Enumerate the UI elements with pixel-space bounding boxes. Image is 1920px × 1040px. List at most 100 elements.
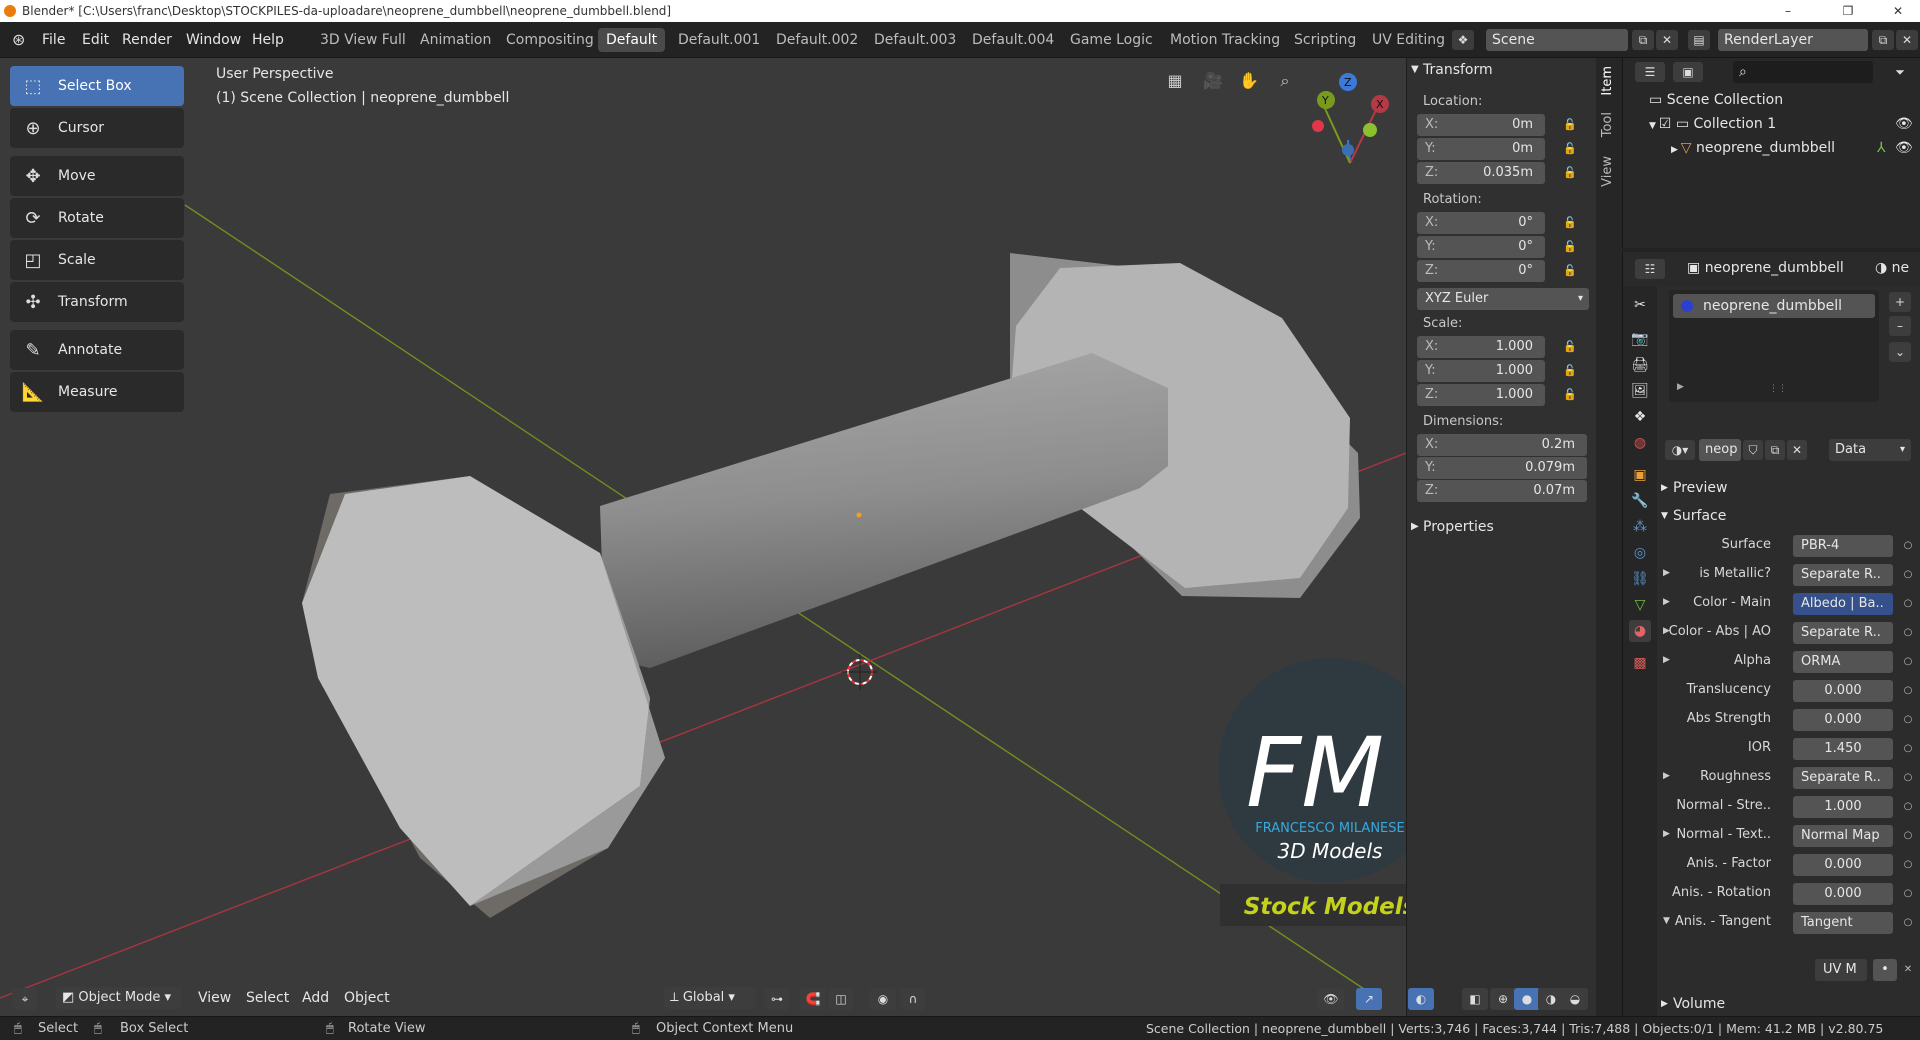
render-layer-field[interactable]: RenderLayer <box>1718 29 1868 51</box>
menu-window[interactable]: Window <box>186 22 241 58</box>
filter-icon[interactable]: ⏷ <box>1889 62 1911 82</box>
new-layer-icon[interactable]: ⧉ <box>1872 30 1894 50</box>
tab-motion-tracking[interactable]: Motion Tracking <box>1162 28 1288 52</box>
expand-icon[interactable]: ▶ <box>1677 382 1684 392</box>
preview-panel-header[interactable]: ▶ Preview <box>1657 476 1920 500</box>
modifier-props-icon[interactable]: 🔧 <box>1629 490 1651 512</box>
collapsed-icon[interactable]: ▶ <box>1663 655 1670 665</box>
render-layer-icon[interactable]: ▤ <box>1688 30 1710 50</box>
material-input-value[interactable]: Separate R.. <box>1793 622 1893 644</box>
material-slot-item[interactable]: neoprene_dumbbell <box>1673 294 1875 318</box>
physics-icon[interactable]: ◎ <box>1629 542 1651 564</box>
tab-view[interactable]: View <box>1600 156 1618 187</box>
material-input-value[interactable]: 0.000 <box>1793 854 1893 876</box>
eye-icon[interactable]: 👁 <box>1895 140 1913 156</box>
3d-viewport[interactable]: Z X Y ⬚ Select Box ⊕ Cursor ✥ Move ⟳ Rotate … <box>0 58 1596 1016</box>
solid-shading-icon[interactable]: ● <box>1514 988 1540 1010</box>
socket-icon[interactable]: ○ <box>1901 684 1915 698</box>
resize-handle[interactable]: ⋮⋮ <box>1769 384 1787 394</box>
browse-material-icon[interactable]: ◑▾ <box>1665 440 1695 460</box>
link-data-select[interactable]: Data ▾ <box>1829 439 1911 461</box>
object-props-icon[interactable]: ▣ <box>1629 464 1651 486</box>
new-scene-icon[interactable]: ⧉ <box>1632 30 1654 50</box>
socket-dot-icon[interactable]: • <box>1873 959 1897 981</box>
tab-3d-view-full[interactable]: 3D View Full <box>312 28 414 52</box>
socket-icon[interactable]: ○ <box>1901 626 1915 640</box>
volume-panel-header[interactable]: ▶ Volume <box>1657 992 1920 1016</box>
socket-icon[interactable]: ○ <box>1901 771 1915 785</box>
falloff-icon[interactable]: ∩ <box>900 988 926 1010</box>
collapsed-icon[interactable]: ▶ <box>1663 568 1670 578</box>
material-input-value[interactable]: 1.000 <box>1793 796 1893 818</box>
collapsed-icon[interactable]: ▶ <box>1663 829 1670 839</box>
socket-icon[interactable]: ○ <box>1901 858 1915 872</box>
tab-item[interactable]: Item <box>1600 66 1618 96</box>
menu-view[interactable]: View <box>198 980 231 1016</box>
location-y-field[interactable]: Y: 0m <box>1417 138 1545 160</box>
tool-rotate[interactable]: ⟳ Rotate <box>10 198 184 238</box>
socket-icon[interactable]: ○ <box>1901 742 1915 756</box>
scale-x-field[interactable]: X: 1.000 <box>1417 336 1545 358</box>
menu-file[interactable]: File <box>42 22 65 58</box>
constraints-icon[interactable]: ⛓ <box>1629 568 1651 590</box>
material-input-value[interactable]: 0.000 <box>1793 709 1893 731</box>
tool-cursor[interactable]: ⊕ Cursor <box>10 108 184 148</box>
zoom-icon[interactable]: ⌕ <box>1270 66 1300 96</box>
snap-target-icon[interactable]: ◫ <box>828 988 854 1010</box>
collapsed-icon[interactable]: ▶ <box>1663 771 1670 781</box>
menu-object[interactable]: Object <box>344 980 390 1016</box>
tool-settings-icon[interactable]: ✂ <box>1629 294 1651 316</box>
fake-user-icon[interactable]: ⛉ <box>1743 440 1763 460</box>
tab-scripting[interactable]: Scripting <box>1286 28 1364 52</box>
dimension-z-field[interactable]: Z: 0.07m <box>1417 480 1587 502</box>
menu-render[interactable]: Render <box>122 22 172 58</box>
tool-select-box[interactable]: ⬚ Select Box <box>10 66 184 106</box>
menu-edit[interactable]: Edit <box>82 22 109 58</box>
transform-panel-header[interactable]: ▼ Transform <box>1407 58 1596 82</box>
surface-panel-header[interactable]: ▼ Surface <box>1657 504 1920 528</box>
visibility-icon[interactable]: 👁 <box>1318 988 1344 1010</box>
particles-icon[interactable]: ⁂ <box>1629 516 1651 538</box>
camera-view-icon[interactable]: 🎥 <box>1198 66 1228 96</box>
lock-icon[interactable]: 🔓 <box>1561 116 1579 134</box>
display-mode-icon[interactable]: ☰ <box>1635 62 1665 82</box>
scene-props-icon[interactable]: ❖ <box>1629 406 1651 428</box>
checkbox-icon[interactable]: ☑ <box>1659 116 1676 132</box>
material-shading-icon[interactable]: ◑ <box>1538 988 1564 1010</box>
slot-menu-icon[interactable]: ⌄ <box>1889 342 1911 362</box>
menu-help[interactable]: Help <box>252 22 284 58</box>
collapsed-icon[interactable]: ▶ <box>1663 597 1670 607</box>
minimize-icon[interactable]: – <box>1770 0 1806 22</box>
wireframe-shading-icon[interactable]: ⊕ <box>1490 988 1516 1010</box>
close-icon[interactable]: ✕ <box>1880 0 1916 22</box>
socket-icon[interactable]: ○ <box>1901 568 1915 582</box>
location-z-field[interactable]: Z: 0.035m <box>1417 162 1545 184</box>
material-input-value[interactable]: 0.000 <box>1793 680 1893 702</box>
tool-measure[interactable]: 📐 Measure <box>10 372 184 412</box>
mode-select[interactable]: ◩ Object Mode ▾ <box>56 987 182 1009</box>
lock-icon[interactable]: 🔓 <box>1561 262 1579 280</box>
add-slot-icon[interactable]: + <box>1889 292 1911 312</box>
tab-animation[interactable]: Animation <box>412 28 499 52</box>
navigation-gizmo[interactable]: Z X Y <box>1312 73 1389 164</box>
delete-scene-icon[interactable]: ✕ <box>1656 30 1678 50</box>
scene-icon[interactable]: ❖ <box>1452 30 1474 50</box>
snap-icon[interactable]: 🧲 <box>800 988 826 1010</box>
tab-default[interactable]: Default <box>598 28 666 52</box>
tab-game-logic[interactable]: Game Logic <box>1062 28 1161 52</box>
material-input-value[interactable]: Albedo | Ba.. <box>1793 593 1893 615</box>
socket-icon[interactable]: ○ <box>1901 800 1915 814</box>
tool-transform[interactable]: ✣ Transform <box>10 282 184 322</box>
tab-default-003[interactable]: Default.003 <box>866 28 964 52</box>
tab-compositing[interactable]: Compositing <box>498 28 602 52</box>
rotation-z-field[interactable]: Z: 0° <box>1417 260 1545 282</box>
socket-icon[interactable]: ○ <box>1901 829 1915 843</box>
tab-default-004[interactable]: Default.004 <box>964 28 1062 52</box>
scene-field[interactable]: Scene <box>1486 29 1628 51</box>
material-input-value[interactable]: 1.450 <box>1793 738 1893 760</box>
tool-scale[interactable]: ◰ Scale <box>10 240 184 280</box>
xray-icon[interactable]: ◧ <box>1462 988 1488 1010</box>
tool-annotate[interactable]: ✎ Annotate <box>10 330 184 370</box>
tab-uv-editing[interactable]: UV Editing <box>1364 28 1453 52</box>
lock-icon[interactable]: 🔓 <box>1561 362 1579 380</box>
